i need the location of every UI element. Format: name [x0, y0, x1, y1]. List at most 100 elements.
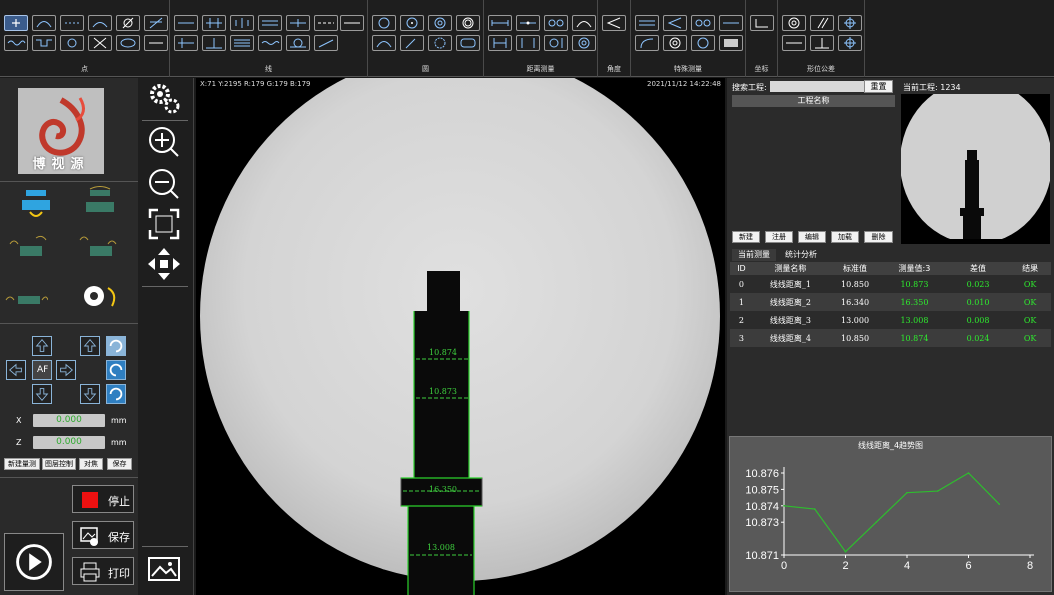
special-angle-tool-button[interactable]	[663, 15, 687, 31]
concentric-tool-button[interactable]	[456, 15, 480, 31]
ring-distance-tool-button[interactable]	[572, 35, 596, 51]
special-circles-tool-button[interactable]	[691, 15, 715, 31]
camera-view[interactable]: X:71 Y:2195 R:179 G:179 B:179 2021/11/12…	[196, 78, 725, 595]
line-line-distance-tool-button[interactable]	[488, 35, 512, 51]
perp-line-tool-button[interactable]	[202, 35, 226, 51]
special-corner-tool-button[interactable]	[635, 35, 659, 51]
point-line-distance-tool-button[interactable]	[516, 15, 540, 31]
line-points-tool-button[interactable]	[60, 15, 84, 31]
arc-tool-button[interactable]	[372, 35, 396, 51]
move-pan-icon[interactable]	[146, 246, 182, 282]
parallel-lines-tool-button[interactable]	[258, 15, 282, 31]
circle-distance-tool-button[interactable]	[544, 15, 568, 31]
radius-tool-button[interactable]	[400, 35, 424, 51]
y-up-arrow-button[interactable]	[80, 336, 100, 356]
rotate-cw-button[interactable]	[106, 336, 126, 356]
corner-point-tool-button[interactable]	[144, 15, 168, 31]
vertical-lines-tool-button[interactable]	[202, 15, 226, 31]
edit-project-button[interactable]: 编辑	[798, 231, 826, 243]
tangent-line-tool-button[interactable]	[286, 35, 310, 51]
fit-screen-icon[interactable]	[146, 206, 182, 242]
special-target-tool-button[interactable]	[663, 35, 687, 51]
angle-tool-button[interactable]	[602, 15, 626, 31]
concentricity-tool-button[interactable]	[782, 15, 806, 31]
true-position-tool-button[interactable]	[838, 35, 862, 51]
z-down-arrow-button[interactable]	[32, 384, 52, 404]
top-light-on-icon[interactable]	[14, 186, 58, 226]
curve-point-tool-button[interactable]	[88, 15, 112, 31]
ellipse-point-tool-button[interactable]	[116, 35, 140, 51]
play-button[interactable]	[4, 533, 64, 591]
rotate-ccw-button[interactable]	[106, 360, 126, 380]
table-row[interactable]: 1 线线距离_2 16.340 16.350 0.010 OK	[730, 293, 1051, 311]
line-fit-tool-button[interactable]	[286, 15, 310, 31]
save-small-button[interactable]: 保存	[107, 458, 132, 470]
stop-button[interactable]: 停止	[72, 485, 134, 513]
image-gallery-icon[interactable]	[146, 552, 182, 588]
zoom-out-icon[interactable]	[146, 166, 182, 202]
parallelism-tool-button[interactable]	[810, 15, 834, 31]
angle-point-tool-button[interactable]	[116, 15, 140, 31]
position-tool-button[interactable]	[838, 15, 862, 31]
circle-edge-tool-button[interactable]	[428, 35, 452, 51]
vertical-distance-tool-button[interactable]	[516, 35, 540, 51]
delete-project-button[interactable]: 删除	[864, 231, 893, 243]
x-value-field[interactable]: 0.000	[33, 414, 105, 427]
point-distance-tool-button[interactable]	[488, 15, 512, 31]
long-line-tool-button[interactable]	[340, 15, 364, 31]
circle-fit-tool-button[interactable]	[428, 15, 452, 31]
dashed-line-tool-button[interactable]	[314, 15, 338, 31]
light-settings-gear-icon[interactable]	[78, 276, 122, 316]
special-lines-tool-button[interactable]	[635, 15, 659, 31]
rotate-reset-button[interactable]	[106, 384, 126, 404]
load-project-button[interactable]: 加载	[831, 231, 859, 243]
focus-button[interactable]: 对焦	[79, 458, 103, 470]
circle-line-distance-tool-button[interactable]	[544, 35, 568, 51]
autofocus-button[interactable]: AF	[32, 360, 52, 380]
wave-line-tool-button[interactable]	[258, 35, 282, 51]
save-image-button[interactable]: 保存	[72, 521, 134, 549]
zoom-in-icon[interactable]	[146, 124, 182, 160]
step-tool-button[interactable]	[32, 35, 56, 51]
print-button[interactable]: 打印	[72, 557, 134, 585]
tab-current-measurement[interactable]: 当前测量	[732, 249, 776, 261]
y-down-arrow-button[interactable]	[80, 384, 100, 404]
center-point-tool-button[interactable]	[60, 35, 84, 51]
edge-point-tool-button[interactable]	[144, 35, 168, 51]
special-ring-tool-button[interactable]	[691, 35, 715, 51]
special-line-tool-button[interactable]	[719, 15, 743, 31]
top-light-off-icon[interactable]	[78, 186, 122, 226]
layer-control-button[interactable]: 图层控制	[42, 458, 76, 470]
table-row[interactable]: 0 线线距离_1 10.850 10.873 0.023 OK	[730, 275, 1051, 293]
ring-light-right-icon[interactable]	[76, 228, 120, 268]
bisector-tool-button[interactable]	[174, 35, 198, 51]
new-measurement-button[interactable]: 新建量测	[4, 458, 40, 470]
line-tool-button[interactable]	[174, 15, 198, 31]
table-row[interactable]: 2 线线距离_3 13.000 13.008 0.008 OK	[730, 311, 1051, 329]
new-project-button[interactable]: 新建	[732, 231, 760, 243]
arc-distance-tool-button[interactable]	[572, 15, 596, 31]
rounded-rect-tool-button[interactable]	[456, 35, 480, 51]
register-project-button[interactable]: 注册	[765, 231, 793, 243]
straightness-tool-button[interactable]	[782, 35, 806, 51]
perpendicularity-tool-button[interactable]	[810, 35, 834, 51]
settings-gears-icon[interactable]	[146, 80, 182, 116]
circle-center-tool-button[interactable]	[400, 15, 424, 31]
arc-point-tool-button[interactable]	[32, 15, 56, 31]
x-right-arrow-button[interactable]	[56, 360, 76, 380]
z-up-arrow-button[interactable]	[32, 336, 52, 356]
ring-light-left-icon[interactable]	[6, 228, 50, 268]
cross-point-tool-button[interactable]	[88, 35, 112, 51]
x-left-arrow-button[interactable]	[6, 360, 26, 380]
table-row[interactable]: 3 线线距离_4 10.850 10.874 0.024 OK	[730, 329, 1051, 347]
slant-line-tool-button[interactable]	[314, 35, 338, 51]
z-value-field[interactable]: 0.000	[33, 436, 105, 449]
mid-line-tool-button[interactable]	[230, 15, 254, 31]
side-light-icon[interactable]	[4, 276, 48, 316]
tab-statistics[interactable]: 统计分析	[779, 249, 823, 261]
reset-button[interactable]: 重置	[864, 80, 893, 93]
triple-line-tool-button[interactable]	[230, 35, 254, 51]
special-fill-tool-button[interactable]	[719, 35, 743, 51]
point-tool-button[interactable]	[4, 15, 28, 31]
coordinate-tool-button[interactable]	[750, 15, 774, 31]
